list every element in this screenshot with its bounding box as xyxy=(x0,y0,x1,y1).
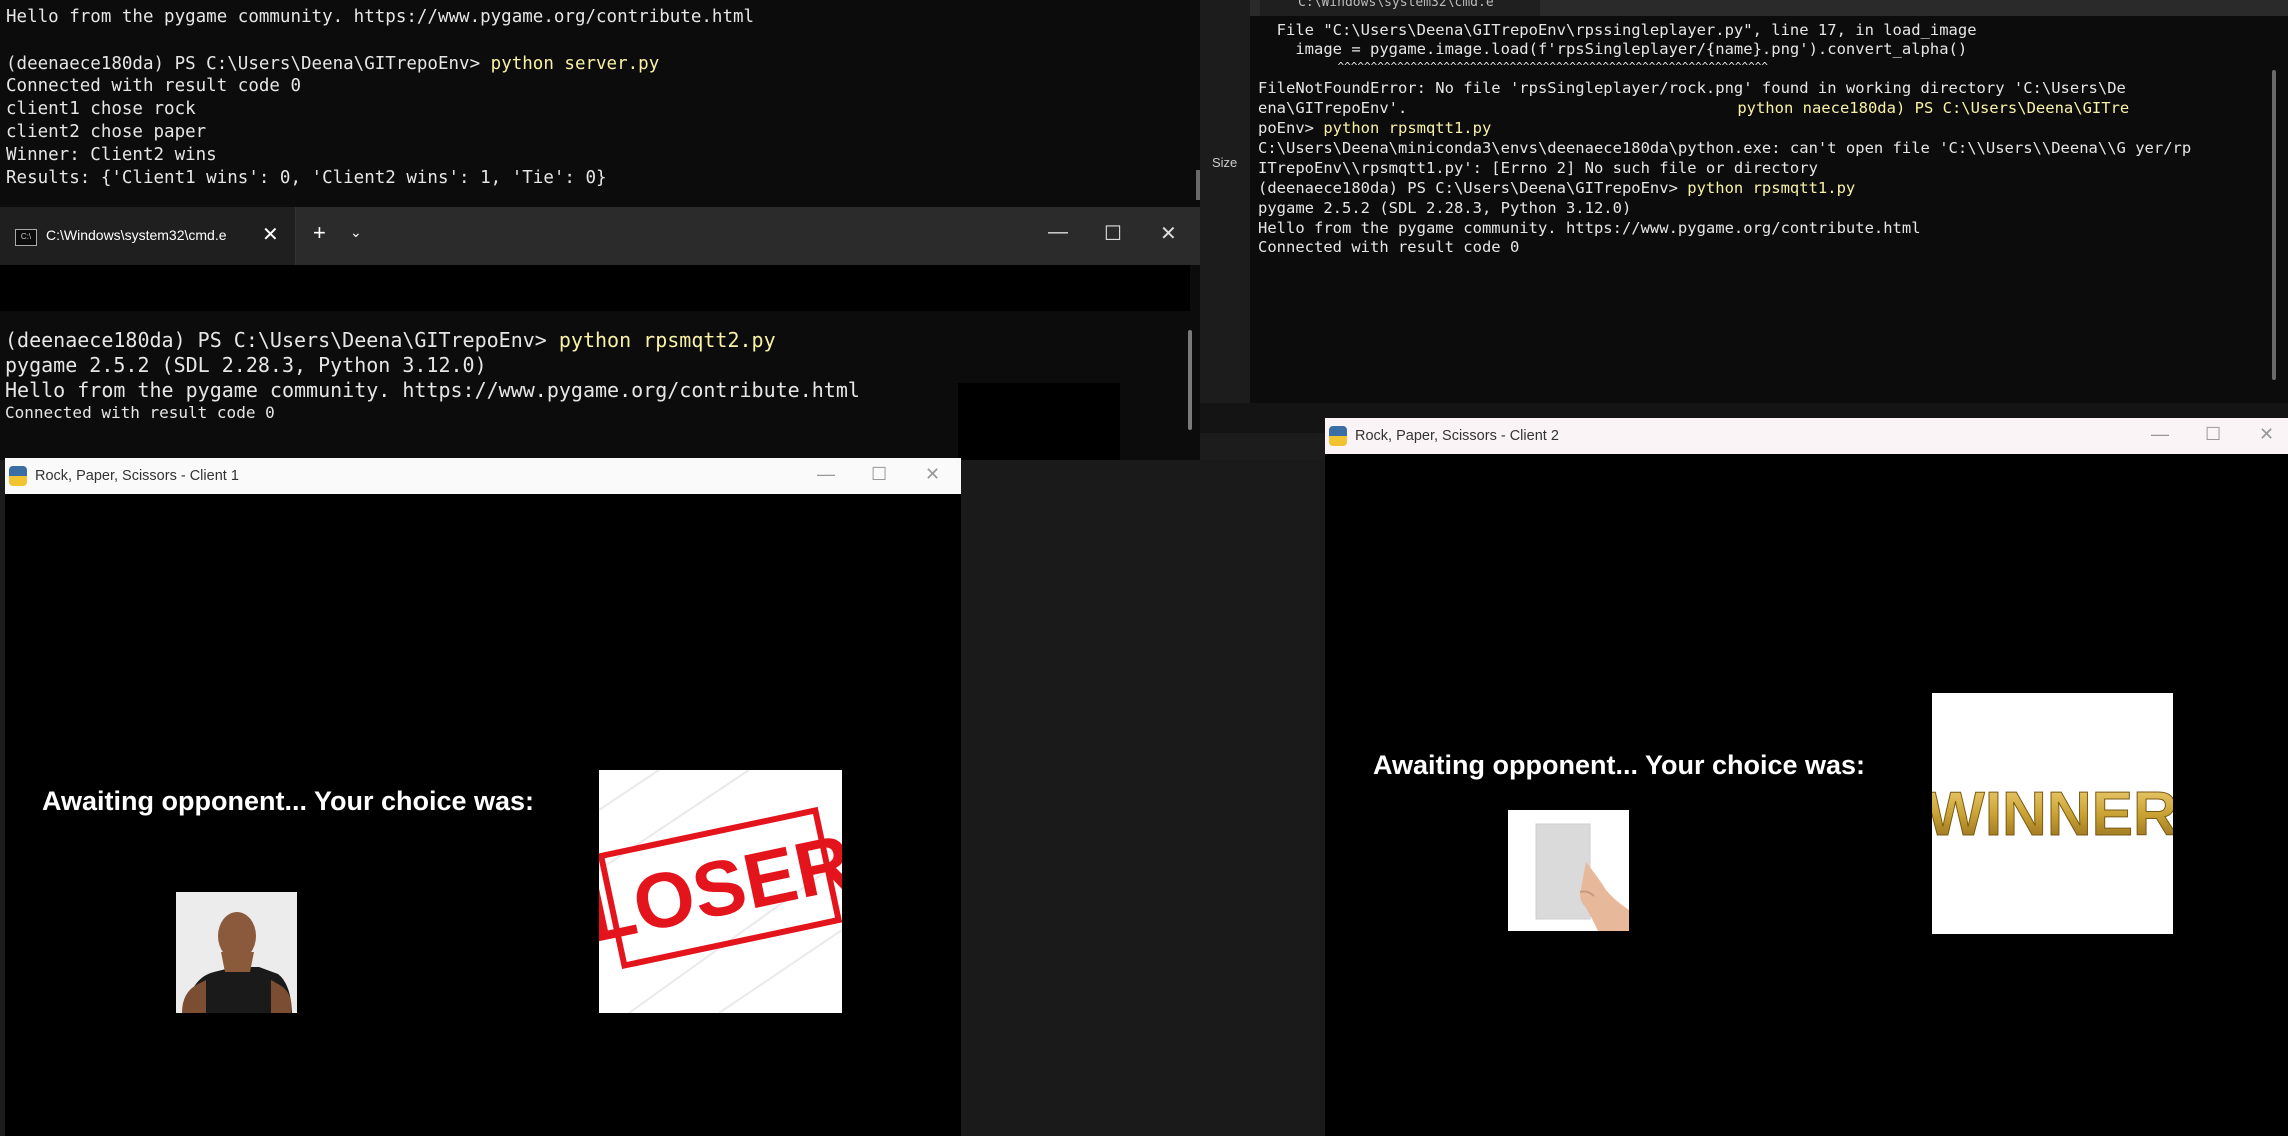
right-terminal-tab-label: C:\Windows\system32\cmd.e xyxy=(1298,0,1494,10)
client1-title: Rock, Paper, Scissors - Client 1 xyxy=(35,468,239,484)
client2-titlebar[interactable]: Rock, Paper, Scissors - Client 2 — ☐ ✕ xyxy=(1325,418,2288,454)
terminal-line: Hello from the pygame community. https:/… xyxy=(6,7,755,27)
minimize-button[interactable]: — xyxy=(817,464,835,485)
cmd-window[interactable]: C:\ C:\Windows\system32\cmd.e ✕ + ⌄ — ☐ … xyxy=(0,207,1200,493)
terminal-line: Results: {'Client1 wins': 0, 'Client2 wi… xyxy=(6,168,607,188)
terminal-line: Connected with result code 0 xyxy=(5,403,275,422)
server-terminal[interactable]: Hello from the pygame community. https:/… xyxy=(0,0,1200,207)
right-terminal-tab[interactable]: C:\Windows\system32\cmd.e xyxy=(1260,0,1540,16)
maximize-button[interactable]: ☐ xyxy=(871,464,887,485)
close-button[interactable]: ✕ xyxy=(1160,221,1177,246)
client2-canvas[interactable]: Awaiting opponent... Your choice was: WI… xyxy=(1325,454,2288,1136)
terminal-line: File "C:\Users\Deena\GITrepoEnv\rpssingl… xyxy=(1258,21,1977,39)
client1-window[interactable]: Rock, Paper, Scissors - Client 1 — ☐ ✕ A… xyxy=(5,458,961,1136)
pygame-icon xyxy=(1329,426,1347,446)
terminal-strip xyxy=(0,265,1190,311)
awaiting-text: Awaiting opponent... Your choice was: xyxy=(42,786,535,816)
terminal-line: (deenaece180da) PS C:\Users\Deena\GITrep… xyxy=(5,328,776,352)
server-command: python server.py xyxy=(490,54,660,74)
scrollbar[interactable] xyxy=(2272,70,2276,380)
right-terminal-titlebar[interactable]: C:\Windows\system32\cmd.e xyxy=(1250,0,2288,16)
pygame-icon xyxy=(9,466,27,486)
client2-title: Rock, Paper, Scissors - Client 2 xyxy=(1355,428,1559,444)
winner-label: WINNER xyxy=(1932,780,2173,849)
cmd-icon: C:\ xyxy=(15,229,37,246)
cmd-tab[interactable]: C:\ C:\Windows\system32\cmd.e ✕ xyxy=(0,207,296,265)
cmd-output[interactable]: (deenaece180da) PS C:\Users\Deena\GITrep… xyxy=(0,265,1200,493)
cmd-titlebar[interactable]: C:\ C:\Windows\system32\cmd.e ✕ + ⌄ — ☐ … xyxy=(0,207,1200,265)
terminal-line: Winner: Client2 wins xyxy=(6,145,217,165)
maximize-button[interactable]: ☐ xyxy=(1104,221,1122,246)
terminal-line: image = pygame.image.load(f'rpsSinglepla… xyxy=(1258,40,1968,58)
background-gap xyxy=(961,460,1325,1136)
winner-image: WINNER xyxy=(1932,693,2173,934)
tab-close-icon[interactable]: ✕ xyxy=(262,222,279,247)
terminal-line: ^^^^^^^^^^^^^^^^^^^^^^^^^^^^^^^^^^^^^^^^… xyxy=(1258,60,1768,73)
awaiting-text: Awaiting opponent... Your choice was: xyxy=(1373,750,1866,780)
chevron-down-icon[interactable]: ⌄ xyxy=(350,224,362,241)
terminal-line: (deenaece180da) PS C:\Users\Deena\GITrep… xyxy=(6,54,660,74)
maximize-button[interactable]: ☐ xyxy=(2205,424,2221,445)
terminal-line: client1 chose rock xyxy=(6,99,196,119)
cmd-tab-label: C:\Windows\system32\cmd.e xyxy=(46,227,227,243)
terminal-line: ena\GITrepoEnv'. python naece180da) PS C:… xyxy=(1258,99,2130,117)
terminal-line: Hello from the pygame community. https:/… xyxy=(5,378,860,402)
terminal-line: poEnv> python rpsmqtt1.py xyxy=(1258,119,1492,137)
client2-window[interactable]: Rock, Paper, Scissors - Client 2 — ☐ ✕ A… xyxy=(1325,418,2288,1136)
close-button[interactable]: ✕ xyxy=(2259,424,2274,445)
terminal-line: pygame 2.5.2 (SDL 2.28.3, Python 3.12.0) xyxy=(1258,199,1632,217)
background-gap xyxy=(1200,0,1250,460)
right-terminal[interactable]: C:\Windows\system32\cmd.e File "C:\Users… xyxy=(1250,0,2288,403)
rock-choice-image xyxy=(176,892,297,1013)
client1-titlebar[interactable]: Rock, Paper, Scissors - Client 1 — ☐ ✕ xyxy=(5,458,961,494)
terminal-line: client2 chose paper xyxy=(6,122,207,142)
terminal-line: ITrepoEnv\\rpsmqtt1.py': [Errno 2] No su… xyxy=(1258,159,1818,177)
terminal-line: (deenaece180da) PS C:\Users\Deena\GITrep… xyxy=(1258,179,1856,197)
client1-canvas[interactable]: Awaiting opponent... Your choice was: LO… xyxy=(5,494,961,1136)
client2-command: python rpsmqtt2.py xyxy=(558,328,776,352)
terminal-line: Connected with result code 0 xyxy=(6,76,302,96)
minimize-button[interactable]: — xyxy=(1048,221,1068,244)
terminal-line: C:\Users\Deena\miniconda3\envs\deenaece1… xyxy=(1258,139,2192,157)
size-label: Size xyxy=(1212,155,1238,170)
terminal-line: Hello from the pygame community. https:/… xyxy=(1258,219,1921,237)
terminal-line: FileNotFoundError: No file 'rpsSinglepla… xyxy=(1258,79,2126,97)
loser-stamp-image: LOSER xyxy=(599,770,842,1013)
minimize-button[interactable]: — xyxy=(2151,424,2169,445)
overlap-command: python naece180da) PS C:\Users\Deena\GIT… xyxy=(1737,99,2130,117)
scrollbar[interactable] xyxy=(1188,330,1192,430)
terminal-line: Connected with result code 0 xyxy=(1258,238,1520,256)
new-tab-button[interactable]: + xyxy=(313,220,326,246)
terminal-line: pygame 2.5.2 (SDL 2.28.3, Python 3.12.0) xyxy=(5,353,487,377)
close-button[interactable]: ✕ xyxy=(925,464,940,485)
paper-choice-image xyxy=(1508,810,1629,931)
